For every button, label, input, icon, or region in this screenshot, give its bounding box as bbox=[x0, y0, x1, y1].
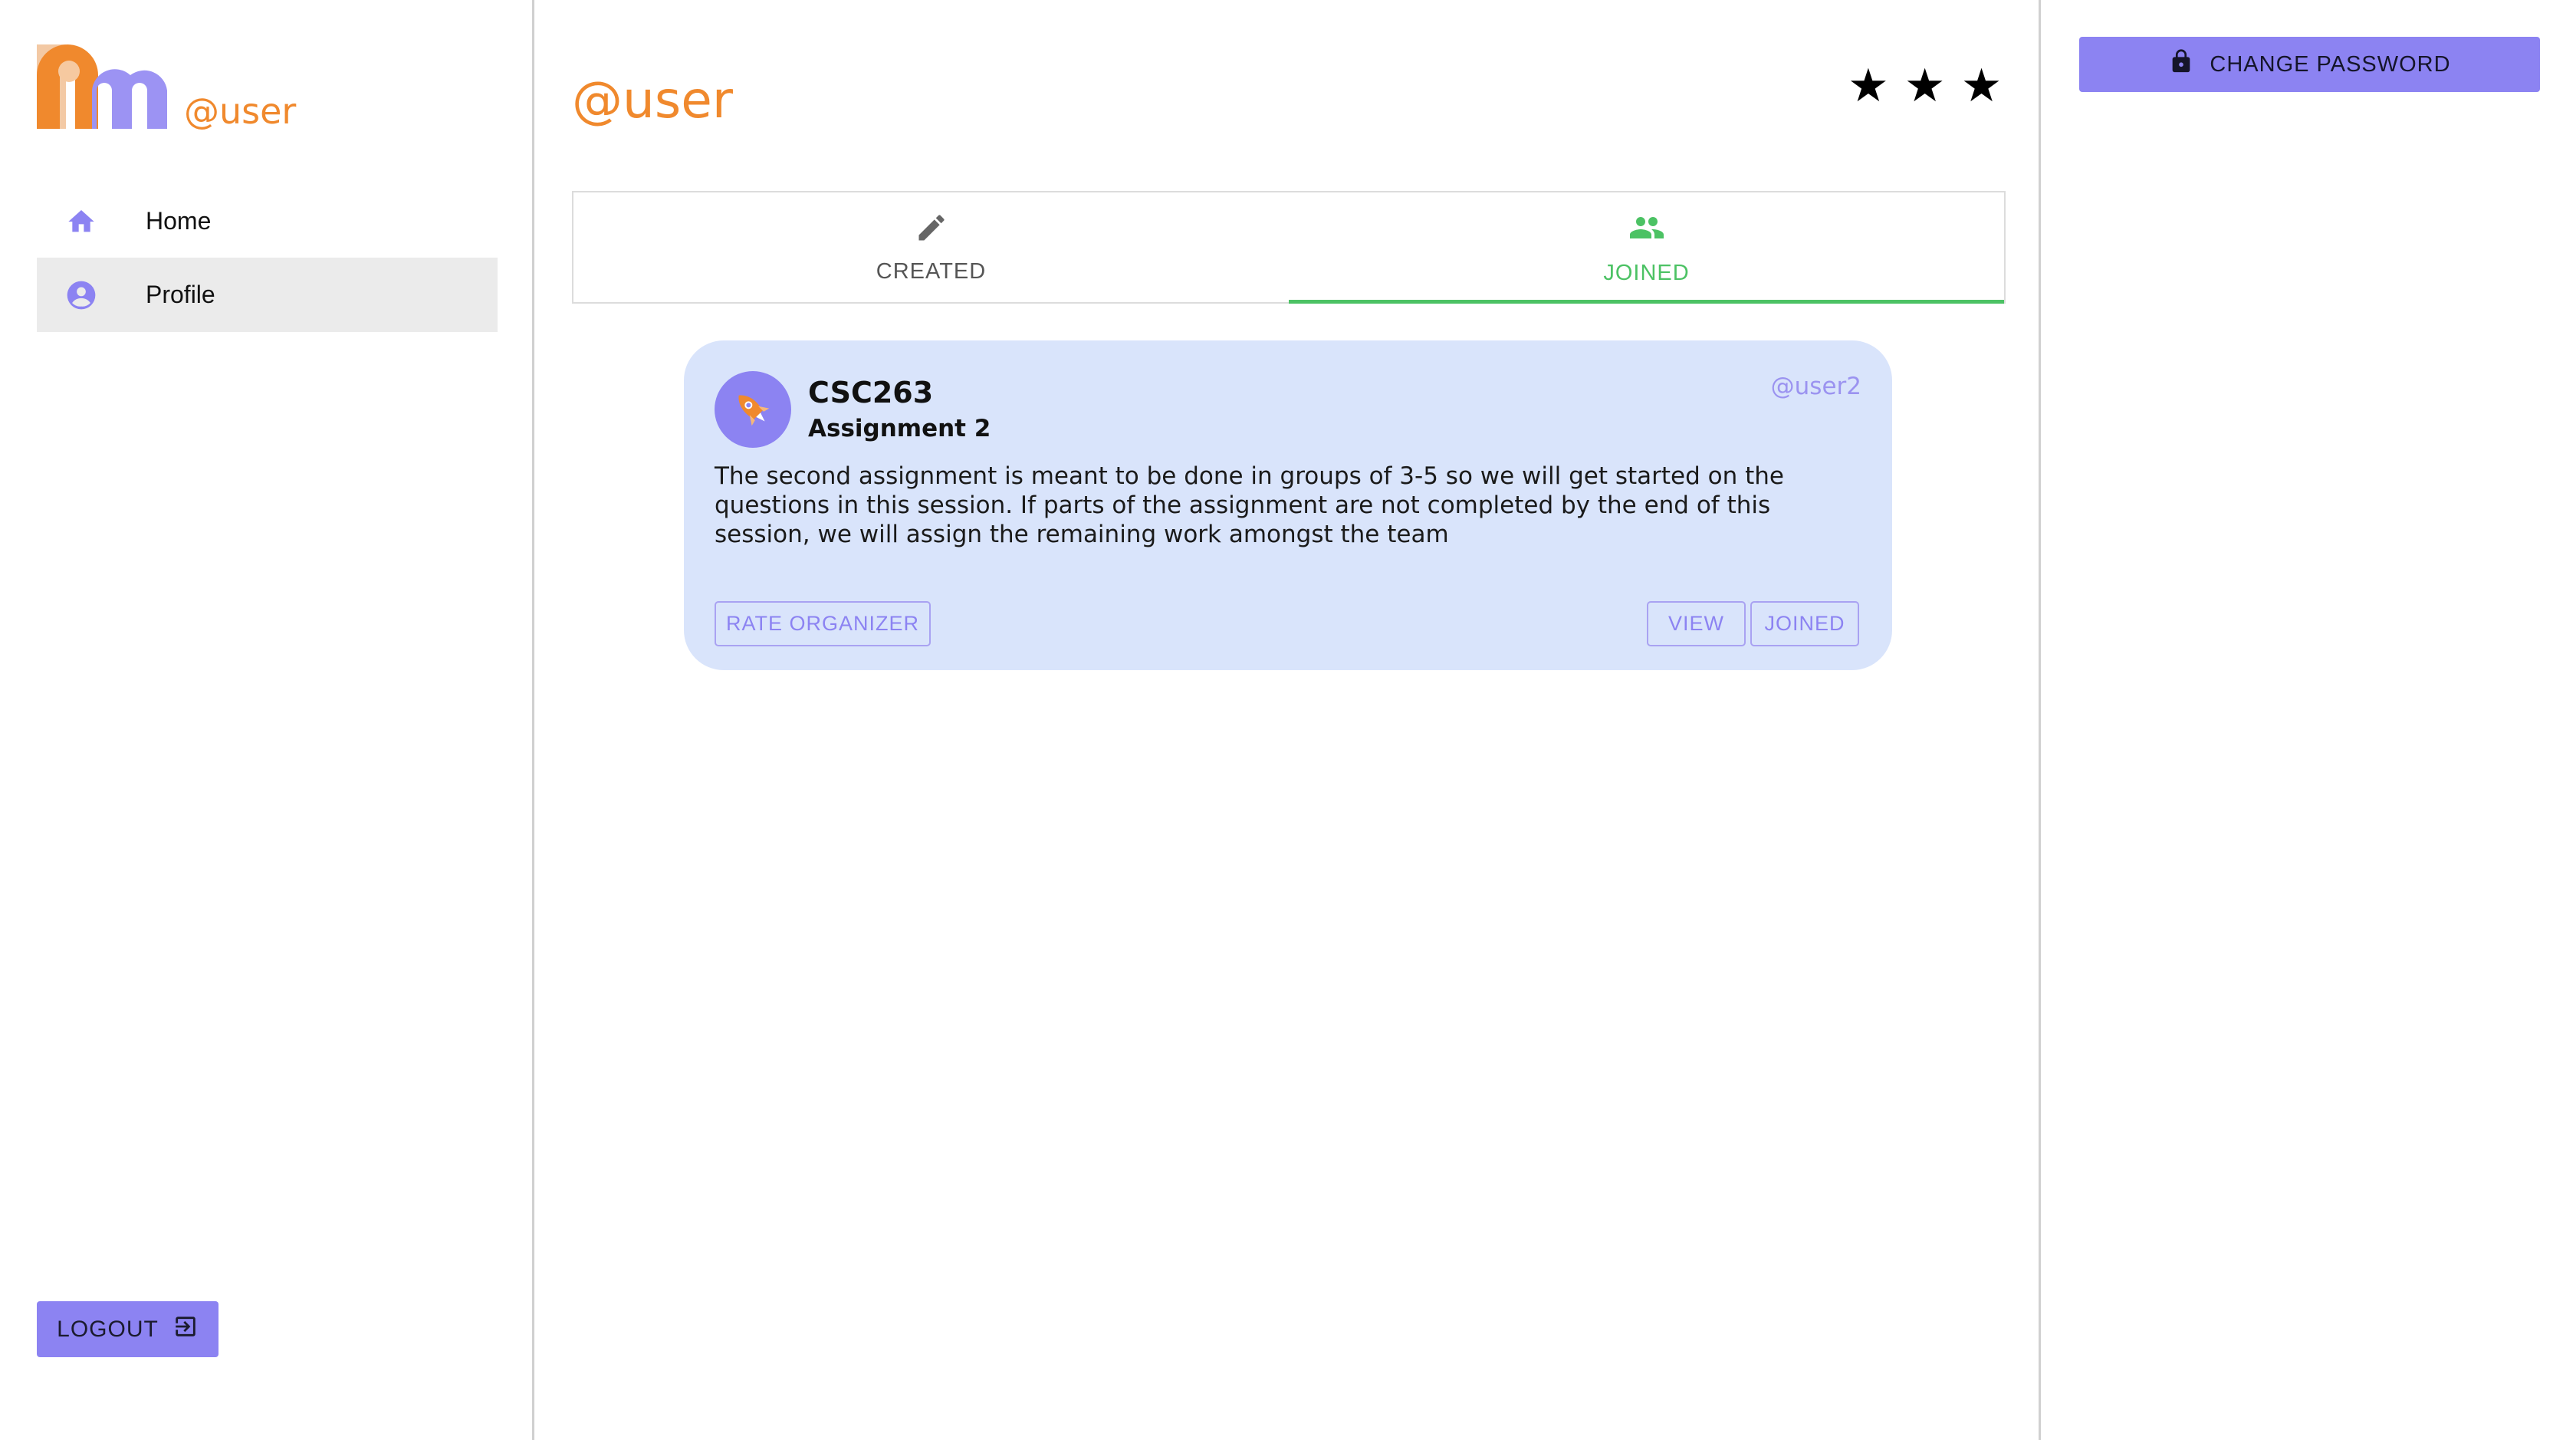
joined-button[interactable]: JOINED bbox=[1750, 601, 1859, 646]
change-password-label: CHANGE PASSWORD bbox=[2210, 51, 2451, 77]
logout-button[interactable]: LOGOUT bbox=[37, 1301, 219, 1357]
lock-icon bbox=[2168, 47, 2194, 82]
logout-icon bbox=[172, 1313, 199, 1346]
event-card: CSC263 Assignment 2 @user2 The second as… bbox=[684, 340, 1892, 670]
sidebar-username: @user bbox=[184, 90, 297, 132]
rating-stars: ★ ★ ★ bbox=[1848, 63, 2002, 109]
pencil-icon bbox=[915, 211, 948, 248]
group-icon bbox=[1628, 209, 1665, 250]
tab-label: JOINED bbox=[1603, 260, 1690, 285]
sidebar: @user Home Profile LOGOUT bbox=[0, 0, 534, 1440]
sidebar-item-label: Profile bbox=[146, 281, 215, 308]
sidebar-item-label: Home bbox=[146, 207, 212, 235]
card-title: CSC263 bbox=[808, 376, 934, 409]
star-icon: ★ bbox=[1960, 60, 2003, 111]
view-button[interactable]: VIEW bbox=[1647, 601, 1746, 646]
tab-label: CREATED bbox=[876, 258, 987, 284]
account-circle-icon bbox=[64, 278, 98, 312]
main-content: @user ★ ★ ★ CREATED JOINED CSC263 Assign… bbox=[537, 0, 2041, 1440]
change-password-button[interactable]: CHANGE PASSWORD bbox=[2079, 37, 2540, 92]
card-subtitle: Assignment 2 bbox=[808, 415, 991, 442]
page-title: @user bbox=[572, 71, 733, 130]
sidebar-item-home[interactable]: Home bbox=[37, 184, 498, 258]
organizer-link[interactable]: @user2 bbox=[1771, 373, 1861, 400]
home-icon bbox=[64, 205, 98, 238]
star-icon: ★ bbox=[1848, 60, 1889, 111]
star-icon: ★ bbox=[1904, 60, 1946, 111]
tab-joined[interactable]: JOINED bbox=[1289, 192, 2004, 304]
profile-tabs: CREATED JOINED bbox=[572, 191, 2006, 304]
app-logo[interactable] bbox=[37, 37, 167, 129]
card-description: The second assignment is meant to be don… bbox=[715, 462, 1784, 548]
sidebar-item-profile[interactable]: Profile bbox=[37, 258, 498, 332]
tab-created[interactable]: CREATED bbox=[573, 192, 1289, 302]
rocket-icon bbox=[715, 371, 791, 448]
logout-label: LOGOUT bbox=[57, 1316, 159, 1342]
rate-organizer-button[interactable]: RATE ORGANIZER bbox=[715, 601, 931, 646]
